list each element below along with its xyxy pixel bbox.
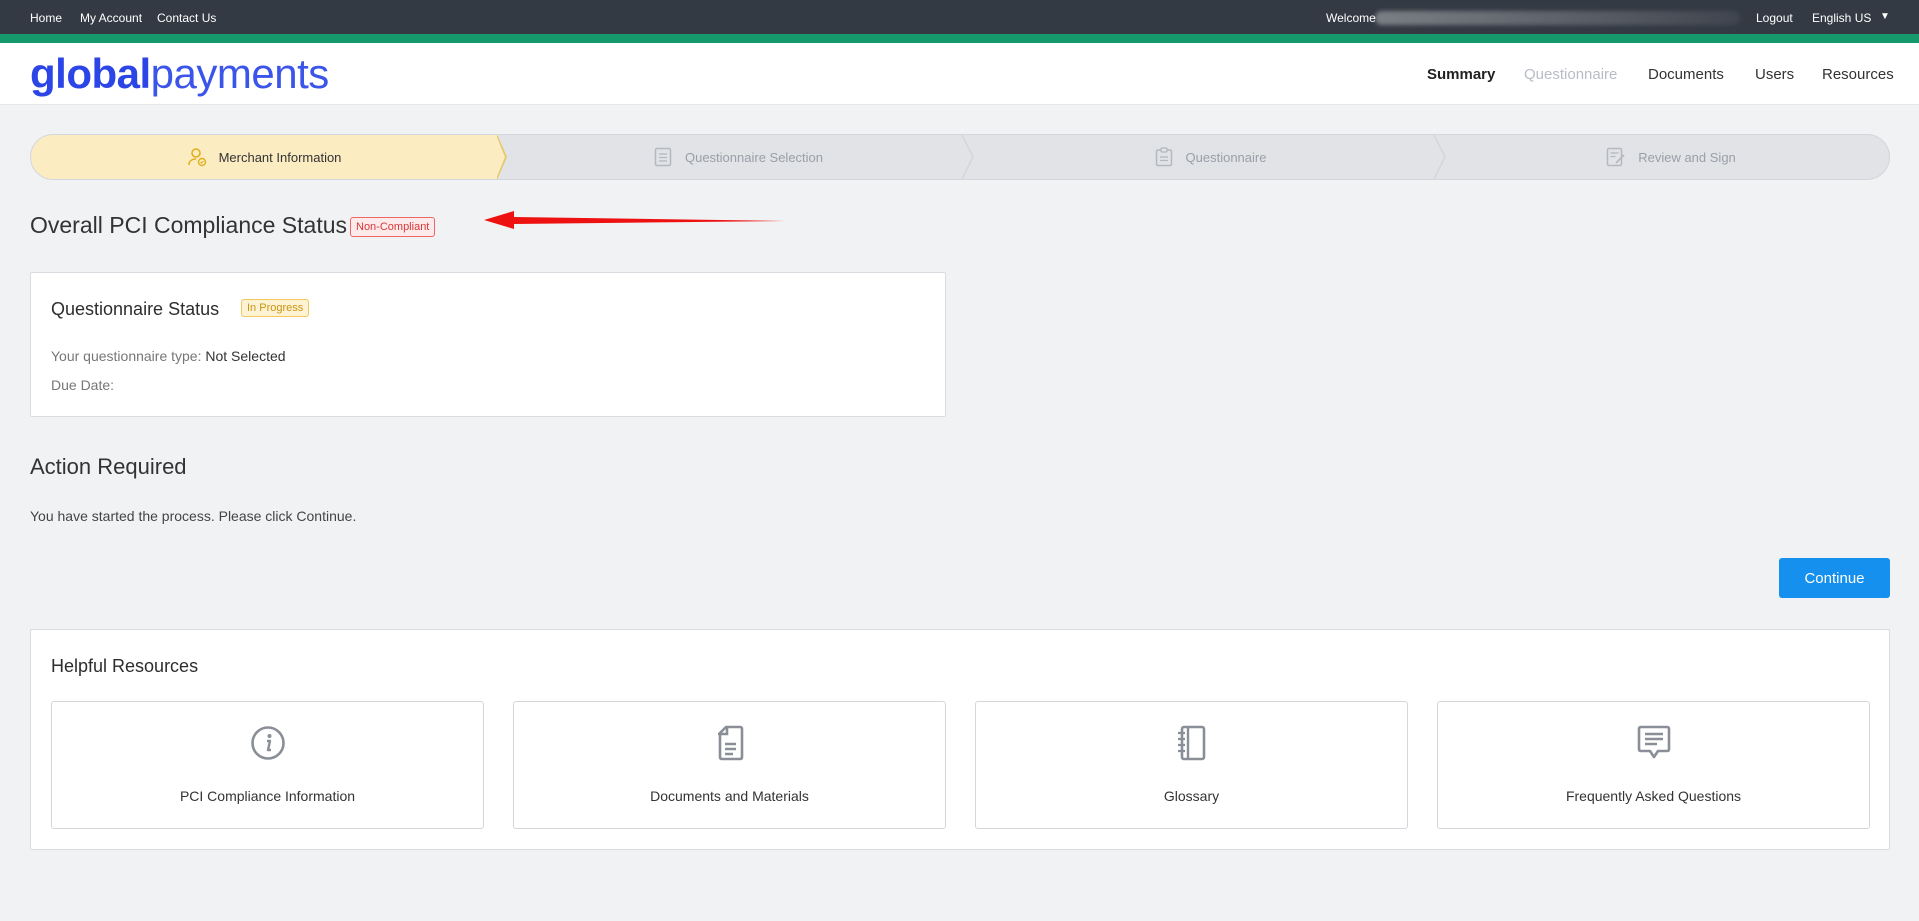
resource-label: Frequently Asked Questions [1565, 788, 1742, 804]
step-merchant-information[interactable]: Merchant Information [31, 135, 497, 179]
chevron-down-icon[interactable]: ▼ [1880, 11, 1890, 22]
nav-questionnaire: Questionnaire [1524, 66, 1618, 83]
action-required-heading: Action Required [30, 454, 187, 479]
resource-card-documents[interactable]: Documents and Materials [513, 701, 946, 829]
helpful-resources-panel: Helpful Resources PCI Compliance Informa… [30, 629, 1890, 850]
clipboard-icon [1154, 147, 1174, 167]
step-label: Review and Sign [1638, 149, 1736, 165]
nav-users[interactable]: Users [1755, 66, 1794, 83]
top-bar: Home My Account Contact Us Welcome Logou… [0, 0, 1919, 34]
status-badge-non-compliant: Non-Compliant [350, 217, 436, 237]
header: globalpayments Summary Questionnaire Doc… [0, 43, 1919, 105]
user-name-redacted [1375, 11, 1740, 25]
step-label: Questionnaire [1185, 149, 1267, 165]
questionnaire-status-card: Questionnaire Status In Progress Your qu… [30, 272, 946, 417]
due-date-label: Due Date: [51, 377, 115, 393]
info-icon [249, 724, 287, 762]
logout-link[interactable]: Logout [1756, 11, 1793, 25]
resources-title: Helpful Resources [51, 656, 199, 676]
step-review-and-sign: Review and Sign [1451, 135, 1889, 179]
resource-card-pci-info[interactable]: PCI Compliance Information [51, 701, 484, 829]
questionnaire-type-label: Your questionnaire type: [51, 348, 202, 364]
nav-summary[interactable]: Summary [1427, 66, 1495, 83]
resource-label: Documents and Materials [650, 788, 809, 804]
questionnaire-type-value: Not Selected [205, 348, 286, 364]
resource-label: Glossary [1163, 788, 1220, 804]
red-arrow-annotation [484, 211, 786, 229]
step-questionnaire-selection: Questionnaire Selection [507, 135, 969, 179]
step-divider [961, 135, 974, 179]
nav-resources[interactable]: Resources [1822, 66, 1894, 83]
notebook-icon [1173, 724, 1211, 762]
resource-card-faq[interactable]: Frequently Asked Questions [1437, 701, 1870, 829]
sign-icon [1606, 147, 1626, 167]
page-title: Overall PCI Compliance Status [30, 212, 348, 238]
user-check-icon [187, 147, 207, 167]
step-label: Questionnaire Selection [684, 149, 824, 165]
resource-card-glossary[interactable]: Glossary [975, 701, 1408, 829]
nav-documents[interactable]: Documents [1648, 66, 1724, 83]
resource-label: PCI Compliance Information [179, 788, 356, 804]
accent-stripe [0, 34, 1919, 43]
card-title: Questionnaire Status [51, 299, 220, 319]
logo[interactable]: globalpayments [30, 49, 329, 99]
list-icon [653, 147, 673, 167]
action-required-text: You have started the process. Please cli… [30, 508, 357, 524]
logo-light: payments [150, 50, 330, 97]
step-questionnaire: Questionnaire [979, 135, 1441, 179]
logo-bold: global [30, 50, 151, 97]
chat-icon [1635, 724, 1673, 762]
language-select[interactable]: English US [1812, 11, 1871, 25]
step-divider [1433, 135, 1446, 179]
continue-button[interactable]: Continue [1779, 558, 1890, 598]
contact-us-link[interactable]: Contact Us [157, 11, 216, 25]
document-icon [711, 724, 749, 762]
step-label: Merchant Information [218, 149, 342, 165]
questionnaire-type-row: Your questionnaire type: Not Selected [51, 348, 286, 364]
step-divider [496, 135, 505, 179]
welcome-text: Welcome [1326, 11, 1376, 25]
status-badge-in-progress: In Progress [241, 299, 310, 317]
my-account-link[interactable]: My Account [80, 11, 142, 25]
progress-stepper: Merchant Information Questionnaire Selec… [30, 134, 1890, 180]
home-link[interactable]: Home [30, 11, 62, 25]
